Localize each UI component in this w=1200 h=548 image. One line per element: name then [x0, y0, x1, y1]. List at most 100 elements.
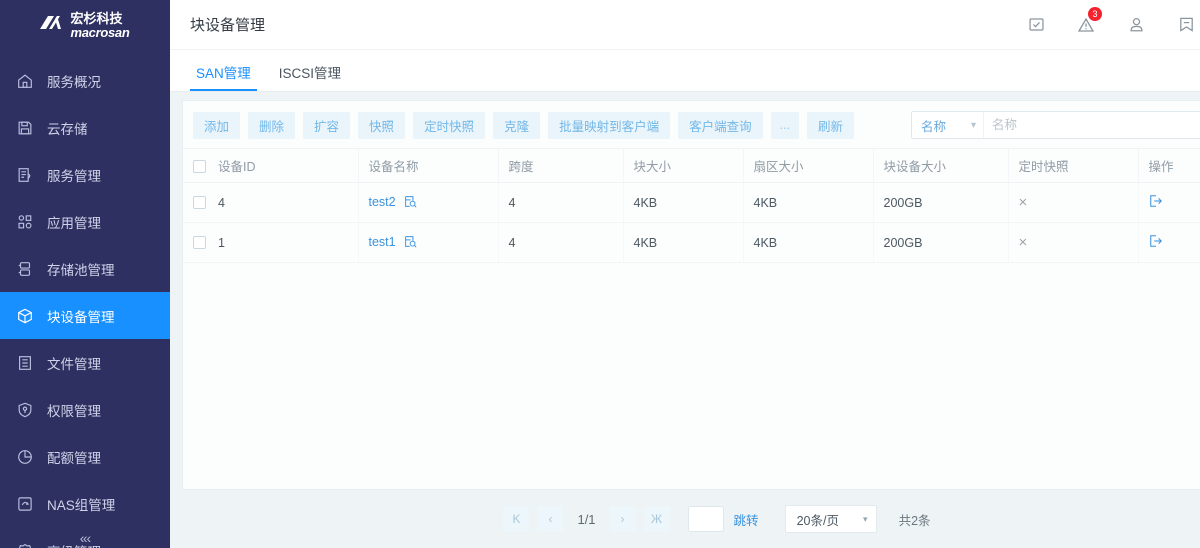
- tab-san-management[interactable]: SAN管理: [182, 62, 265, 91]
- page-indicator: 1/1: [577, 511, 596, 527]
- first-page-button[interactable]: K: [503, 506, 530, 532]
- sidebar-item-storage-pool[interactable]: 存储池管理: [0, 245, 170, 292]
- map-icon[interactable]: [1149, 235, 1163, 251]
- btn-label: 快照: [369, 119, 395, 134]
- map-icon[interactable]: [1149, 195, 1163, 211]
- cell-sector-size: 4KB: [743, 182, 874, 223]
- tab-iscsi-management[interactable]: ISCSI管理: [265, 62, 355, 91]
- th-block-size: 块大小: [623, 148, 744, 183]
- client-query-button[interactable]: 客户端查询: [678, 111, 763, 139]
- cell-operation: [1138, 222, 1200, 263]
- sidebar-item-label: 文件管理: [47, 356, 101, 372]
- close-x-icon[interactable]: ×: [1019, 194, 1028, 211]
- file-list-icon: [14, 352, 36, 374]
- add-button[interactable]: 添加: [193, 111, 241, 139]
- btn-label: 刷新: [818, 119, 844, 134]
- sidebar-item-label: NAS组管理: [47, 497, 116, 513]
- pie-chart-icon: [14, 446, 36, 468]
- pagination: K ‹ 1/1 › Ж 跳转 20条/页 ▾ 共2条: [170, 490, 1200, 548]
- sidebar-item-quota-mgmt[interactable]: 配额管理: [0, 433, 170, 480]
- sidebar-item-nas-group-mgmt[interactable]: NAS组管理: [0, 480, 170, 527]
- tabs-bar: SAN管理 ISCSI管理: [170, 50, 1200, 92]
- sidebar-item-label: 存储池管理: [47, 262, 115, 278]
- logo[interactable]: 宏杉科技 macrosan: [0, 0, 170, 50]
- cell-device-size: 200GB: [873, 182, 1009, 223]
- search-field-label: 名称: [921, 119, 947, 134]
- sidebar-item-service-mgmt[interactable]: 服务管理: [0, 151, 170, 198]
- task-check-icon[interactable]: [1011, 0, 1061, 50]
- th-label: 操作: [1148, 160, 1174, 174]
- prev-page-button[interactable]: ‹: [537, 506, 564, 532]
- page-title: 块设备管理: [190, 17, 266, 34]
- nas-group-icon: [14, 493, 36, 515]
- cell-device-name: test1: [358, 222, 499, 263]
- select-all-checkbox[interactable]: [193, 160, 206, 173]
- sidebar-item-cloud-storage[interactable]: 云存储: [0, 104, 170, 151]
- sidebar-item-label: 配额管理: [47, 450, 101, 466]
- chevron-right-icon: ›: [620, 512, 625, 526]
- sidebar-item-label: 块设备管理: [47, 309, 115, 325]
- save-disk-icon: [14, 117, 36, 139]
- cell-scheduled-snapshot: ×: [1008, 222, 1139, 263]
- jump-page-input[interactable]: [687, 506, 724, 532]
- th-scheduled-snapshot: 定时快照: [1008, 148, 1139, 183]
- cube-icon: [14, 305, 36, 327]
- snapshot-button[interactable]: 快照: [358, 111, 406, 139]
- device-name-link[interactable]: test1: [369, 235, 396, 249]
- table-row[interactable]: 4 test2 4 4KB 4KB 200GB ×: [183, 182, 1200, 223]
- sidebar-item-app-mgmt[interactable]: 应用管理: [0, 198, 170, 245]
- search-field-select[interactable]: 名称 ▾: [912, 112, 984, 138]
- logo-text-cn: 宏杉科技: [70, 10, 123, 26]
- th-label: 跨度: [508, 160, 534, 174]
- expand-capacity-button[interactable]: 扩容: [303, 111, 351, 139]
- sidebar-item-file-mgmt[interactable]: 文件管理: [0, 339, 170, 386]
- app-root: 宏杉科技 macrosan 服务概况 云存储 服务管理 应用管理 存储池管理 块…: [0, 0, 1200, 548]
- device-name-link[interactable]: test2: [369, 195, 396, 209]
- th-device-size: 块设备大小: [873, 148, 1009, 183]
- apps-icon: [14, 211, 36, 233]
- alert-warning-icon[interactable]: 3: [1061, 0, 1111, 50]
- jump-button[interactable]: 跳转: [734, 510, 759, 529]
- cell-span: 4: [498, 222, 624, 263]
- first-page-icon: K: [512, 512, 521, 526]
- cell-sector-size: 4KB: [743, 222, 874, 263]
- cell-device-id: 4: [183, 182, 359, 223]
- btn-label: 克隆: [504, 119, 530, 134]
- page-size-select[interactable]: 20条/页 ▾: [784, 505, 877, 533]
- btn-label: ...: [779, 118, 791, 132]
- sidebar-item-label: 服务管理: [47, 168, 101, 184]
- detail-search-icon[interactable]: [404, 235, 417, 251]
- sidebar-item-permission-mgmt[interactable]: 权限管理: [0, 386, 170, 433]
- search-input[interactable]: [984, 112, 1198, 138]
- row-checkbox[interactable]: [193, 235, 206, 249]
- close-x-icon[interactable]: ×: [1019, 234, 1028, 251]
- chevron-left-icon: ‹: [548, 512, 553, 526]
- refresh-button[interactable]: 刷新: [807, 111, 855, 139]
- more-actions-button[interactable]: ...: [770, 111, 800, 139]
- chevron-down-icon: ▾: [863, 513, 868, 524]
- logo-text-en: macrosan: [70, 24, 130, 40]
- tab-label: ISCSI管理: [278, 66, 342, 81]
- clone-button[interactable]: 克隆: [493, 111, 541, 139]
- next-page-button[interactable]: ›: [609, 506, 636, 532]
- tab-label: SAN管理: [196, 66, 251, 81]
- detail-search-icon[interactable]: [404, 195, 417, 211]
- sidebar-item-service-overview[interactable]: 服务概况: [0, 57, 170, 104]
- sidebar-item-label: 服务概况: [47, 74, 101, 90]
- user-icon[interactable]: [1111, 0, 1161, 50]
- home-icon: [14, 70, 36, 92]
- sidebar-item-block-device-mgmt[interactable]: 块设备管理: [0, 292, 170, 339]
- table-row[interactable]: 1 test1 4 4KB 4KB 200GB ×: [183, 222, 1200, 263]
- bookmark-icon[interactable]: [1161, 0, 1200, 50]
- last-page-button[interactable]: Ж: [643, 506, 670, 532]
- delete-button[interactable]: 删除: [248, 111, 296, 139]
- btn-label: 添加: [204, 119, 230, 134]
- btn-label: 定时快照: [424, 119, 475, 134]
- shield-icon: [14, 399, 36, 421]
- sidebar-collapse-button[interactable]: «‹: [0, 530, 170, 546]
- row-checkbox[interactable]: [193, 195, 206, 209]
- scheduled-snapshot-button[interactable]: 定时快照: [413, 111, 486, 139]
- page-size-label: 20条/页: [796, 513, 839, 528]
- alert-badge-count: 3: [1088, 6, 1102, 21]
- batch-map-to-client-button[interactable]: 批量映射到客户端: [548, 111, 671, 139]
